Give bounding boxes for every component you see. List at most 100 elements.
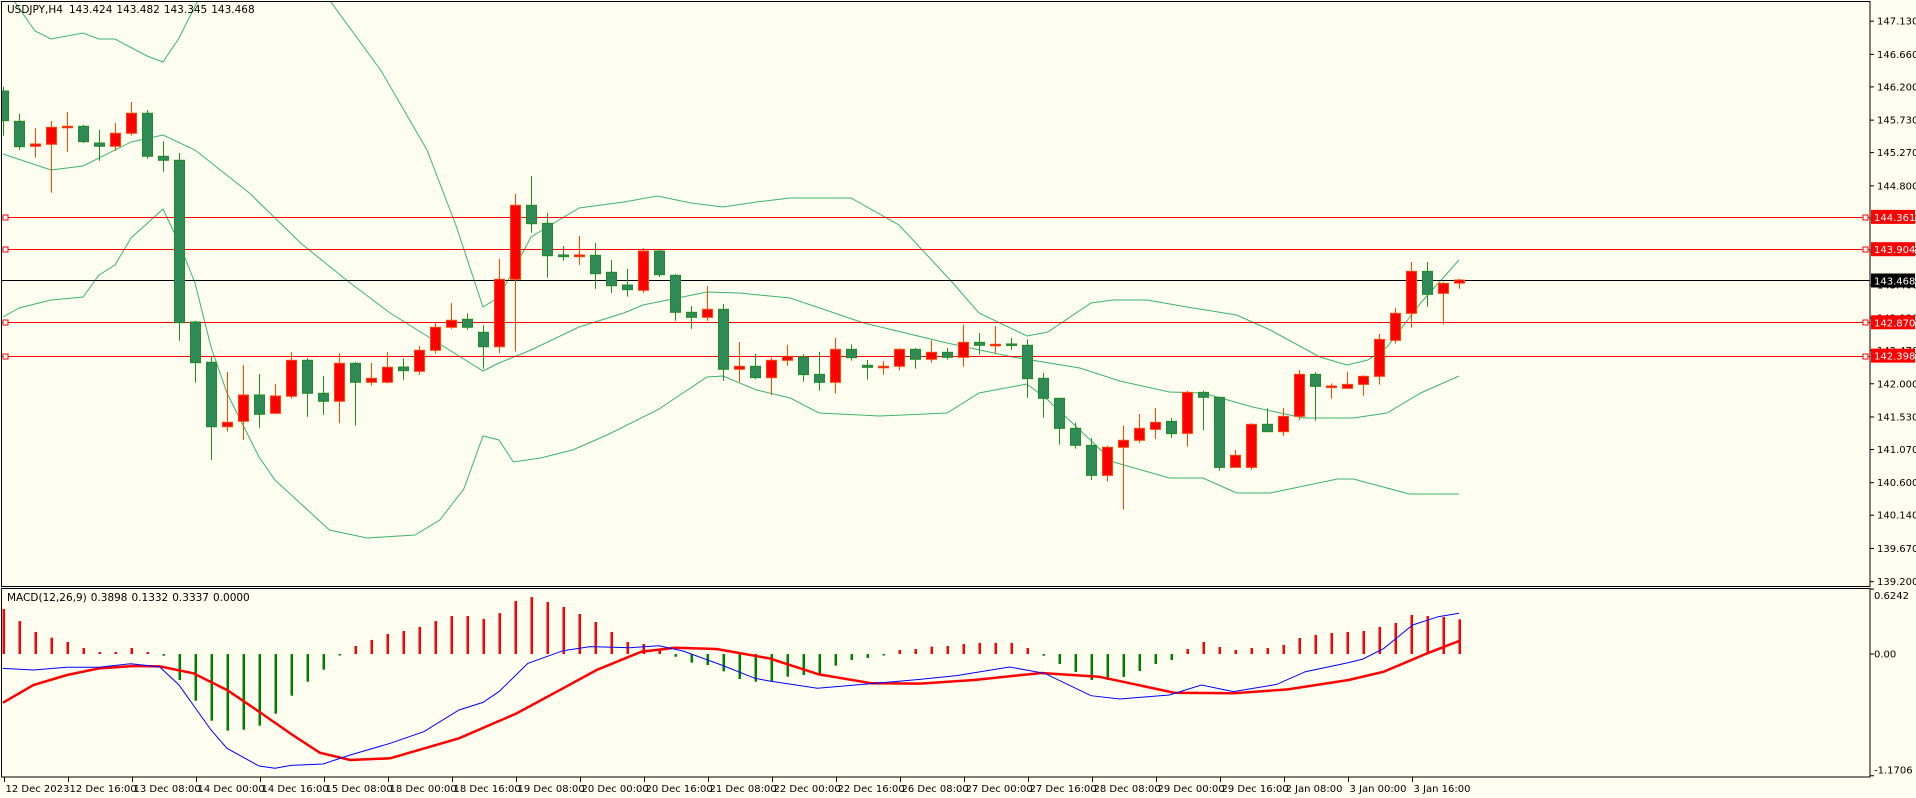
candle-body [318, 392, 329, 402]
candle-body [366, 377, 377, 383]
histogram-bar-negative [1074, 654, 1077, 672]
candle-body [478, 331, 489, 348]
candle-body [702, 308, 713, 318]
ohlc-low: 143.345 [164, 4, 207, 16]
bearish-candle [1214, 396, 1225, 471]
time-tick-label: 27 Dec 00:00 [966, 784, 1033, 795]
candle-body [1246, 423, 1257, 468]
level-anchor-left[interactable] [2, 319, 9, 326]
histogram-bar-negative [258, 654, 261, 726]
time-tick-label: 26 Dec 08:00 [902, 784, 969, 795]
candle-body [158, 155, 169, 161]
time-tick-label: 14 Dec 16:00 [262, 784, 329, 795]
histogram-bar-positive [546, 602, 549, 654]
price-tick-label: 147.130 [1877, 17, 1916, 28]
histogram-bar-negative [322, 654, 325, 670]
histogram-bar-positive [1010, 642, 1013, 654]
histogram-bar-positive [466, 616, 469, 654]
candle-body [14, 120, 25, 148]
bullish-candle [1390, 308, 1401, 344]
histogram-bar-positive [370, 639, 373, 654]
time-tick-label: 3 Jan 16:00 [1414, 784, 1471, 795]
histogram-bar-negative [290, 654, 293, 696]
time-tick-label: 28 Dec 08:00 [1094, 784, 1161, 795]
histogram-bar-positive [1314, 634, 1317, 654]
candle-body [1326, 385, 1337, 389]
candle-body [1422, 270, 1433, 295]
ohlc-open: 143.424 [69, 4, 113, 16]
price-tick-label: 139.200 [1877, 577, 1916, 588]
candle-body [670, 274, 681, 313]
price-tick-label: 141.070 [1877, 445, 1916, 456]
candle-body [1070, 427, 1081, 446]
candle-body [1310, 373, 1321, 387]
histogram-bar-positive [146, 652, 149, 654]
candle-body [30, 143, 41, 147]
level-anchor-right[interactable] [1862, 353, 1869, 360]
candle-body [94, 142, 105, 147]
level-anchor-left[interactable] [2, 214, 9, 221]
candle-body [526, 204, 537, 225]
bearish-candle [142, 110, 153, 159]
macd-label: MACD(12,26,9) [7, 592, 87, 604]
histogram-bar-positive [434, 621, 437, 654]
candle-body [334, 362, 345, 402]
candle-body [494, 278, 505, 348]
histogram-bar-positive [114, 652, 117, 654]
candle-body [830, 348, 841, 383]
candle-body [302, 359, 313, 394]
time-tick-label: 19 Dec 08:00 [518, 784, 585, 795]
histogram-bar-positive [914, 649, 917, 654]
candle-body [398, 366, 409, 372]
histogram-bar-positive [610, 631, 613, 654]
price-tick-label: 140.140 [1877, 511, 1916, 522]
candle-body [1358, 375, 1369, 385]
time-tick-label: 3 Jan 00:00 [1350, 784, 1407, 795]
histogram-bar-negative [162, 654, 165, 656]
candle-body [222, 421, 233, 428]
candle-body [878, 365, 889, 369]
histogram-bar-positive [50, 637, 53, 654]
level-anchor-left[interactable] [2, 353, 9, 360]
ohlc-high: 143.482 [116, 4, 159, 16]
candle-body [1006, 343, 1017, 346]
histogram-bar-positive [1330, 632, 1333, 654]
candle-body [1150, 421, 1161, 430]
candle-body [510, 204, 521, 280]
price-tick-label: 139.670 [1877, 544, 1916, 555]
bearish-candle [718, 304, 729, 381]
time-tick-label: 14 Dec 00:00 [198, 784, 265, 795]
level-anchor-right[interactable] [1862, 214, 1869, 221]
histogram-bar-positive [386, 634, 389, 654]
histogram-bar-negative [1106, 654, 1109, 680]
level-anchor-right[interactable] [1862, 319, 1869, 326]
histogram-bar-negative [690, 654, 693, 663]
candle-body [174, 159, 185, 324]
histogram-bar-positive [1218, 647, 1221, 654]
candle-body [238, 394, 249, 422]
histogram-value: 0.3337 [172, 592, 209, 604]
candle-body [782, 355, 793, 361]
histogram-bar-positive [978, 642, 981, 654]
histogram-bar-negative [1042, 654, 1045, 656]
price-tick-label: 141.530 [1877, 412, 1916, 423]
candle-body [46, 126, 57, 145]
histogram-bar-positive [514, 600, 517, 654]
bearish-candle [174, 152, 185, 341]
histogram-bar-negative [834, 654, 837, 666]
histogram-bar-negative [754, 654, 757, 682]
bearish-candle [654, 249, 665, 278]
candle-body [1198, 391, 1209, 398]
histogram-bar-positive [930, 646, 933, 654]
level-anchor-right[interactable] [1862, 246, 1869, 253]
price-chart[interactable]: USDJPY,H4 143.424 143.482 143.345 143.468 14… [0, 0, 1916, 798]
level-anchor-left[interactable] [2, 246, 9, 253]
time-tick-label: 22 Dec 00:00 [774, 784, 841, 795]
candle-body [110, 132, 121, 147]
macd-tick-label: 0.6242 [1874, 591, 1909, 602]
current-price-tag-label: 143.468 [1874, 277, 1915, 288]
price-tick-label: 140.600 [1877, 478, 1916, 489]
histogram-bar-negative [306, 654, 309, 682]
candle-body [430, 326, 441, 351]
price-tick-label: 146.200 [1877, 82, 1916, 93]
